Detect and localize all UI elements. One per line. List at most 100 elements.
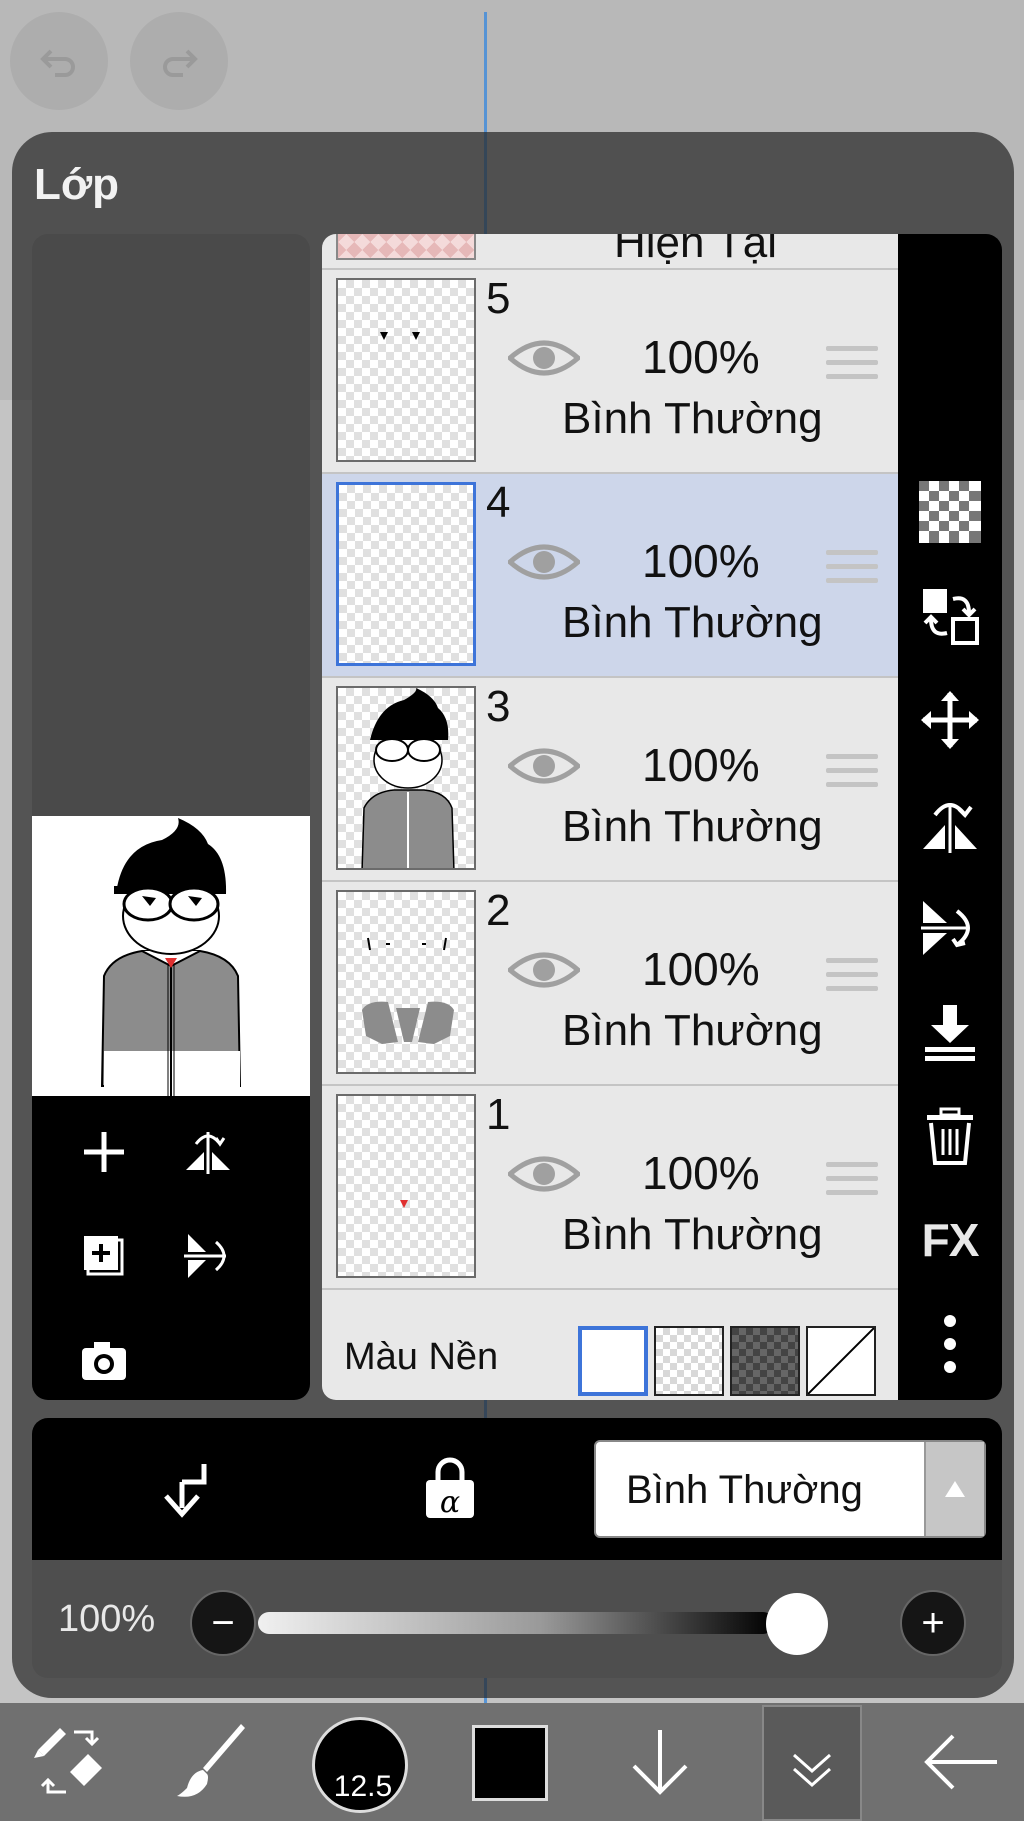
- brush-icon: [177, 1724, 245, 1797]
- layer-thumbnail: [336, 1094, 476, 1278]
- opacity-slider-knob[interactable]: [766, 1593, 828, 1655]
- layer-number: 3: [486, 682, 511, 731]
- layer-thumbnail: [336, 482, 476, 666]
- fx-label: FX: [921, 1214, 980, 1266]
- swap-icon: [923, 589, 979, 645]
- layer-side-toolbar: FX: [898, 234, 1002, 1400]
- more-vertical-icon: [944, 1315, 956, 1373]
- transparency-lock-button[interactable]: [916, 478, 984, 546]
- drag-handle-icon[interactable]: [826, 550, 878, 590]
- layer-bottom-bar: α Bình Thường: [32, 1418, 1002, 1560]
- visibility-eye-icon[interactable]: [508, 1152, 580, 1196]
- layer-opacity: 100%: [642, 739, 760, 791]
- flip-vertical-icon: [184, 1234, 226, 1278]
- layer-row[interactable]: 1 100% Bình Thường: [322, 1086, 898, 1290]
- layer-action-tools: [32, 1096, 310, 1400]
- layer-number: 4: [486, 478, 511, 527]
- svg-text:α: α: [440, 1485, 460, 1520]
- background-swatch-none[interactable]: [806, 1326, 876, 1396]
- layer-row-current-partial[interactable]: Hiện Tại: [322, 234, 898, 270]
- layer-row-selected[interactable]: 4 100% Bình Thường: [322, 474, 898, 678]
- opacity-value: 100%: [58, 1598, 156, 1640]
- brush-tool-button[interactable]: [168, 1703, 258, 1821]
- scroll-down-button[interactable]: [620, 1703, 700, 1821]
- delete-layer-button[interactable]: [916, 1102, 984, 1170]
- background-swatch-transparent-light[interactable]: [654, 1326, 724, 1396]
- layer-thumbnail: [336, 234, 476, 260]
- opacity-increase-button[interactable]: +: [900, 1590, 966, 1656]
- checkerboard-icon: [919, 481, 981, 543]
- layer-preview-area: [32, 234, 310, 1400]
- layer-label: Hiện Tại: [614, 234, 778, 267]
- plus-icon: +: [921, 1600, 945, 1645]
- visibility-eye-icon[interactable]: [508, 540, 580, 584]
- chevron-up-icon: [924, 1442, 984, 1536]
- flip-layer-vertical-button[interactable]: [172, 1220, 244, 1292]
- opacity-decrease-button[interactable]: −: [190, 1590, 256, 1656]
- duplicate-layer-button[interactable]: [68, 1220, 140, 1292]
- flip-horizontal-icon: [186, 1132, 230, 1174]
- visibility-eye-icon[interactable]: [508, 948, 580, 992]
- import-photo-button[interactable]: [68, 1324, 140, 1396]
- tool-switch-button[interactable]: [20, 1703, 120, 1821]
- blend-mode-select[interactable]: Bình Thường: [594, 1440, 986, 1538]
- undo-icon: [40, 49, 75, 77]
- current-color-swatch[interactable]: [472, 1725, 548, 1801]
- visibility-eye-icon[interactable]: [508, 744, 580, 788]
- swap-layers-button[interactable]: [916, 582, 984, 650]
- layer-panel: Lớp Hiện Tại 5 100% Bình Thường 4 100% B…: [12, 132, 1014, 1698]
- layer-row[interactable]: 3 100% Bình Thường: [322, 678, 898, 882]
- background-swatch-white[interactable]: [578, 1326, 648, 1396]
- visibility-eye-icon[interactable]: [508, 336, 580, 380]
- background-color-label: Màu Nền: [344, 1336, 499, 1378]
- character-preview-image: [100, 818, 242, 1096]
- undo-button[interactable]: [10, 12, 108, 110]
- merge-down-button[interactable]: [916, 998, 984, 1066]
- clipping-button[interactable]: [152, 1456, 216, 1520]
- opacity-control: 100% − +: [32, 1560, 1002, 1678]
- double-chevron-down-icon: [793, 1753, 831, 1788]
- layer-number: 2: [486, 886, 511, 935]
- background-swatch-transparent-dark[interactable]: [730, 1326, 800, 1396]
- layer-blend-mode: Bình Thường: [562, 598, 823, 647]
- layer-preview-canvas: [32, 816, 310, 1096]
- fx-button[interactable]: FX: [916, 1206, 984, 1274]
- more-options-button[interactable]: [916, 1310, 984, 1378]
- layer-row[interactable]: 2 100% Bình Thường: [322, 882, 898, 1086]
- arrow-left-icon: [924, 1734, 997, 1790]
- layer-thumbnail: [336, 890, 476, 1074]
- flip-vertical-button[interactable]: [916, 894, 984, 962]
- layers-button-active[interactable]: [762, 1705, 862, 1821]
- opacity-slider-track[interactable]: [258, 1612, 774, 1634]
- move-layer-button[interactable]: [916, 686, 984, 754]
- panel-title: Lớp: [34, 160, 120, 209]
- layer-opacity: 100%: [642, 331, 760, 383]
- brush-size-indicator[interactable]: 12.5: [312, 1717, 408, 1813]
- brush-eraser-swap-icon: [34, 1728, 102, 1794]
- layer-number: 1: [486, 1090, 511, 1139]
- layer-blend-mode: Bình Thường: [562, 394, 823, 443]
- move-arrows-icon: [921, 691, 979, 749]
- add-layer-button[interactable]: [68, 1116, 140, 1188]
- flip-horizontal-button[interactable]: [916, 790, 984, 858]
- drag-handle-icon[interactable]: [826, 346, 878, 386]
- drag-handle-icon[interactable]: [826, 754, 878, 794]
- layer-number: 5: [486, 274, 511, 323]
- layer-opacity: 100%: [642, 535, 760, 587]
- trash-icon: [927, 1107, 973, 1165]
- alpha-lock-button[interactable]: α: [418, 1456, 482, 1520]
- arrow-down-icon: [632, 1730, 688, 1795]
- blend-mode-value: Bình Thường: [626, 1468, 863, 1512]
- redo-button[interactable]: [130, 12, 228, 110]
- layer-row[interactable]: 5 100% Bình Thường: [322, 270, 898, 474]
- background-color-row: Màu Nền: [322, 1308, 898, 1400]
- merge-down-icon: [925, 1005, 975, 1061]
- drag-handle-icon[interactable]: [826, 1162, 878, 1202]
- layer-opacity: 100%: [642, 1147, 760, 1199]
- layer-blend-mode: Bình Thường: [562, 1006, 823, 1055]
- layer-blend-mode: Bình Thường: [562, 802, 823, 851]
- back-button[interactable]: [916, 1703, 1006, 1821]
- flip-layer-horizontal-button[interactable]: [172, 1116, 244, 1188]
- drag-handle-icon[interactable]: [826, 958, 878, 998]
- camera-icon: [82, 1342, 126, 1380]
